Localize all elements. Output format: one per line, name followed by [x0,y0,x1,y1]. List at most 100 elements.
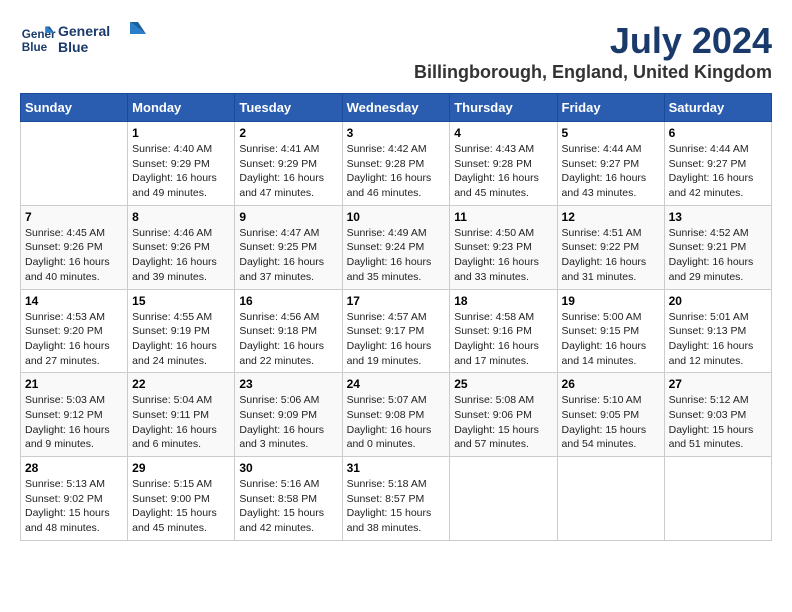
day-info: Sunrise: 4:52 AMSunset: 9:21 PMDaylight:… [669,226,767,285]
calendar-cell-w3d2: 15Sunrise: 4:55 AMSunset: 9:19 PMDayligh… [128,289,235,373]
header-sunday: Sunday [21,94,128,122]
calendar-cell-w5d7 [664,457,771,541]
header: General Blue General Blue July 2024 Bill… [20,20,772,83]
day-info: Sunrise: 4:51 AMSunset: 9:22 PMDaylight:… [562,226,660,285]
svg-text:Blue: Blue [22,41,48,54]
header-tuesday: Tuesday [235,94,342,122]
day-info: Sunrise: 4:58 AMSunset: 9:16 PMDaylight:… [454,310,552,369]
title-section: July 2024 Billingborough, England, Unite… [414,20,772,83]
calendar-cell-w4d3: 23 Sunrise: 5:06 AMSunset: 9:09 PMDayligh… [235,373,342,457]
day-info: Sunrise: 4:41 AMSunset: 9:29 PMDaylight:… [239,142,337,201]
day-info: Sunrise: 5:03 AMSunset: 9:12 PMDaylight:… [25,393,123,452]
day-info: Sunrise: 4:56 AMSunset: 9:18 PMDaylight:… [239,310,337,369]
day-info: Sunrise: 4:46 AMSunset: 9:26 PMDaylight:… [132,226,230,285]
week-row-5: 28 Sunrise: 5:13 AMSunset: 9:02 PMDayligh… [21,457,772,541]
day-info: Sunrise: 5:10 AMSunset: 9:05 PMDaylight:… [562,393,660,452]
day-number: 13 [669,210,767,224]
header-thursday: Thursday [450,94,557,122]
day-info: Sunrise: 4:50 AMSunset: 9:23 PMDaylight:… [454,226,552,285]
calendar-cell-w5d1: 28 Sunrise: 5:13 AMSunset: 9:02 PMDayligh… [21,457,128,541]
calendar-cell-w1d6: 5Sunrise: 4:44 AMSunset: 9:27 PMDaylight… [557,122,664,206]
calendar-cell-w1d5: 4Sunrise: 4:43 AMSunset: 9:28 PMDaylight… [450,122,557,206]
day-info: Sunrise: 5:07 AMSunset: 9:08 PMDaylight:… [347,393,446,452]
day-number: 2 [239,126,337,140]
day-number: 8 [132,210,230,224]
day-number: 29 [132,461,230,475]
calendar-cell-w2d2: 8 Sunrise: 4:46 AMSunset: 9:26 PMDaylight… [128,205,235,289]
calendar-cell-w1d3: 2 Sunrise: 4:41 AMSunset: 9:29 PMDaylight… [235,122,342,206]
day-number: 31 [347,461,446,475]
svg-text:General: General [58,23,110,39]
calendar-cell-w5d2: 29 Sunrise: 5:15 AMSunset: 9:00 PMDayligh… [128,457,235,541]
day-info: Sunrise: 5:18 AMSunset: 8:57 PMDaylight:… [347,477,446,536]
day-info: Sunrise: 5:01 AMSunset: 9:13 PMDaylight:… [669,310,767,369]
calendar-cell-w2d5: 11 Sunrise: 4:50 AMSunset: 9:23 PMDayligh… [450,205,557,289]
day-number: 1 [132,126,230,140]
calendar-cell-w1d7: 6 Sunrise: 4:44 AMSunset: 9:27 PMDaylight… [664,122,771,206]
day-info: Sunrise: 4:44 AMSunset: 9:27 PMDaylight:… [562,142,660,201]
day-info: Sunrise: 5:04 AMSunset: 9:11 PMDaylight:… [132,393,230,452]
calendar-cell-w5d6 [557,457,664,541]
day-info: Sunrise: 4:49 AMSunset: 9:24 PMDaylight:… [347,226,446,285]
day-info: Sunrise: 5:13 AMSunset: 9:02 PMDaylight:… [25,477,123,536]
day-number: 22 [132,377,230,391]
calendar-cell-w4d5: 25 Sunrise: 5:08 AMSunset: 9:06 PMDayligh… [450,373,557,457]
month-year-title: July 2024 [414,20,772,62]
week-row-2: 7Sunrise: 4:45 AMSunset: 9:26 PMDaylight… [21,205,772,289]
calendar-cell-w2d4: 10 Sunrise: 4:49 AMSunset: 9:24 PMDayligh… [342,205,450,289]
calendar-cell-w4d1: 21Sunrise: 5:03 AMSunset: 9:12 PMDayligh… [21,373,128,457]
day-number: 11 [454,210,552,224]
week-row-1: 1 Sunrise: 4:40 AMSunset: 9:29 PMDaylight… [21,122,772,206]
day-number: 20 [669,294,767,308]
calendar-cell-w1d2: 1 Sunrise: 4:40 AMSunset: 9:29 PMDaylight… [128,122,235,206]
calendar-cell-w3d6: 19 Sunrise: 5:00 AMSunset: 9:15 PMDayligh… [557,289,664,373]
calendar-cell-w2d7: 13 Sunrise: 4:52 AMSunset: 9:21 PMDayligh… [664,205,771,289]
calendar-cell-w5d4: 31 Sunrise: 5:18 AMSunset: 8:57 PMDayligh… [342,457,450,541]
header-monday: Monday [128,94,235,122]
day-info: Sunrise: 5:08 AMSunset: 9:06 PMDaylight:… [454,393,552,452]
calendar-cell-w3d1: 14 Sunrise: 4:53 AMSunset: 9:20 PMDayligh… [21,289,128,373]
day-info: Sunrise: 5:16 AMSunset: 8:58 PMDaylight:… [239,477,337,536]
general-blue-logo: General Blue [58,20,148,60]
day-info: Sunrise: 4:53 AMSunset: 9:20 PMDaylight:… [25,310,123,369]
day-number: 17 [347,294,446,308]
day-number: 9 [239,210,337,224]
calendar-cell-w2d1: 7Sunrise: 4:45 AMSunset: 9:26 PMDaylight… [21,205,128,289]
calendar-cell-w2d3: 9Sunrise: 4:47 AMSunset: 9:25 PMDaylight… [235,205,342,289]
calendar-cell-w1d4: 3 Sunrise: 4:42 AMSunset: 9:28 PMDaylight… [342,122,450,206]
day-number: 25 [454,377,552,391]
day-number: 19 [562,294,660,308]
calendar-cell-w3d7: 20 Sunrise: 5:01 AMSunset: 9:13 PMDayligh… [664,289,771,373]
day-number: 14 [25,294,123,308]
location-subtitle: Billingborough, England, United Kingdom [414,62,772,83]
week-row-4: 21Sunrise: 5:03 AMSunset: 9:12 PMDayligh… [21,373,772,457]
header-friday: Friday [557,94,664,122]
week-row-3: 14 Sunrise: 4:53 AMSunset: 9:20 PMDayligh… [21,289,772,373]
day-info: Sunrise: 4:40 AMSunset: 9:29 PMDaylight:… [132,142,230,201]
day-info: Sunrise: 5:12 AMSunset: 9:03 PMDaylight:… [669,393,767,452]
day-number: 10 [347,210,446,224]
logo: General Blue General Blue [20,20,148,60]
day-number: 16 [239,294,337,308]
day-info: Sunrise: 5:00 AMSunset: 9:15 PMDaylight:… [562,310,660,369]
day-number: 23 [239,377,337,391]
calendar-cell-w3d5: 18 Sunrise: 4:58 AMSunset: 9:16 PMDayligh… [450,289,557,373]
day-info: Sunrise: 5:15 AMSunset: 9:00 PMDaylight:… [132,477,230,536]
calendar-cell-w3d4: 17Sunrise: 4:57 AMSunset: 9:17 PMDayligh… [342,289,450,373]
header-saturday: Saturday [664,94,771,122]
day-number: 3 [347,126,446,140]
day-info: Sunrise: 4:42 AMSunset: 9:28 PMDaylight:… [347,142,446,201]
day-number: 6 [669,126,767,140]
calendar-cell-w4d4: 24 Sunrise: 5:07 AMSunset: 9:08 PMDayligh… [342,373,450,457]
day-number: 7 [25,210,123,224]
day-info: Sunrise: 4:44 AMSunset: 9:27 PMDaylight:… [669,142,767,201]
day-info: Sunrise: 5:06 AMSunset: 9:09 PMDaylight:… [239,393,337,452]
day-number: 12 [562,210,660,224]
day-number: 27 [669,377,767,391]
day-number: 18 [454,294,552,308]
day-number: 30 [239,461,337,475]
calendar-cell-w3d3: 16 Sunrise: 4:56 AMSunset: 9:18 PMDayligh… [235,289,342,373]
day-number: 24 [347,377,446,391]
day-number: 28 [25,461,123,475]
logo-icon: General Blue [20,22,56,58]
